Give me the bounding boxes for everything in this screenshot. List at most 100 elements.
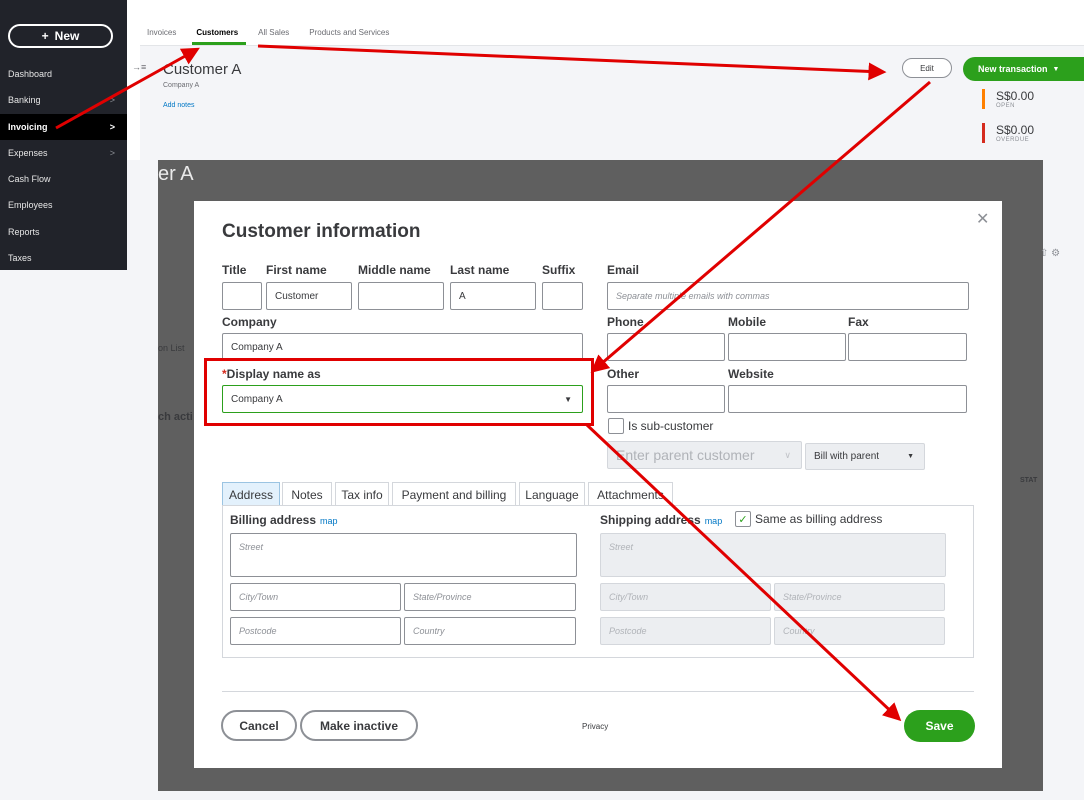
sidebar-item-label: Dashboard bbox=[8, 69, 53, 79]
sidebar-item-cash-flow[interactable]: Cash Flow bbox=[0, 166, 127, 192]
title-label: Title bbox=[222, 263, 247, 277]
sidebar-item-invoicing[interactable]: Invoicing > bbox=[0, 114, 127, 140]
other-field[interactable] bbox=[607, 385, 725, 413]
annotation-highlight-box bbox=[204, 358, 594, 426]
sidebar-item-banking[interactable]: Banking > bbox=[0, 87, 127, 113]
plus-icon: + bbox=[41, 29, 49, 43]
shipping-state-field: State/Province bbox=[774, 583, 945, 611]
website-label: Website bbox=[728, 367, 774, 381]
privacy-link[interactable]: Privacy bbox=[582, 722, 608, 731]
last-name-label: Last name bbox=[450, 263, 510, 277]
last-name-field[interactable]: A bbox=[450, 282, 536, 310]
shipping-city-field: City/Town bbox=[600, 583, 771, 611]
billing-country-field[interactable]: Country bbox=[404, 617, 576, 645]
bill-with-parent-value: Bill with parent bbox=[814, 451, 880, 462]
mobile-label: Mobile bbox=[728, 315, 766, 329]
middle-name-field[interactable] bbox=[358, 282, 444, 310]
tab-all-sales[interactable]: All Sales bbox=[258, 28, 289, 37]
other-label: Other bbox=[607, 367, 640, 381]
collapse-panel-icon[interactable]: →≡ bbox=[132, 62, 146, 72]
sidebar-item-label: Invoicing bbox=[8, 122, 48, 132]
sidebar-item-dashboard[interactable]: Dashboard bbox=[0, 61, 127, 87]
background-title-fragment: er A bbox=[158, 163, 194, 185]
chevron-down-icon: ▼ bbox=[1052, 65, 1060, 73]
overdue-amount: S$0.00 bbox=[996, 123, 1035, 137]
dialog-title: Customer information bbox=[222, 221, 421, 242]
cancel-button[interactable]: Cancel bbox=[221, 710, 297, 741]
sidebar-item-expenses[interactable]: Expenses > bbox=[0, 140, 127, 166]
new-transaction-label: New transaction bbox=[978, 64, 1048, 74]
tab-products-and-services[interactable]: Products and Services bbox=[309, 28, 389, 37]
tab-address[interactable]: Address bbox=[222, 482, 280, 506]
chevron-right-icon: > bbox=[109, 122, 115, 132]
open-amount: S$0.00 bbox=[996, 89, 1035, 103]
background-toolbar-icons: ⇧ ⚙ bbox=[1040, 248, 1061, 259]
shipping-address-label: Shipping address map bbox=[600, 513, 722, 527]
overdue-balance: S$0.00 OVERDUE bbox=[982, 123, 1062, 143]
new-transaction-button[interactable]: New transaction ▼ bbox=[963, 57, 1084, 81]
tab-invoices[interactable]: Invoices bbox=[147, 28, 176, 37]
company-field[interactable]: Company A bbox=[222, 333, 583, 361]
background-column-fragment: STAT bbox=[1020, 477, 1038, 484]
same-as-billing-checkbox[interactable]: ✓ bbox=[735, 511, 751, 527]
website-field[interactable] bbox=[728, 385, 967, 413]
suffix-field[interactable] bbox=[542, 282, 583, 310]
title-field[interactable] bbox=[222, 282, 262, 310]
first-name-field[interactable]: Customer bbox=[266, 282, 352, 310]
customer-company-name: Company A bbox=[163, 82, 200, 89]
tab-tax-info[interactable]: Tax info bbox=[335, 482, 389, 506]
shipping-postcode-field: Postcode bbox=[600, 617, 771, 645]
sidebar: + New Dashboard Banking > Invoicing > Expe… bbox=[0, 0, 127, 270]
first-name-label: First name bbox=[266, 263, 327, 277]
add-notes-link[interactable]: Add notes bbox=[163, 102, 195, 109]
phone-label: Phone bbox=[607, 315, 644, 329]
customer-information-dialog: Customer information ✕ Title First name … bbox=[194, 201, 1002, 768]
parent-customer-placeholder: Enter parent customer bbox=[616, 447, 755, 463]
chevron-right-icon: > bbox=[109, 148, 115, 158]
suffix-label: Suffix bbox=[542, 263, 576, 277]
tab-language[interactable]: Language bbox=[519, 482, 585, 506]
billing-city-field[interactable]: City/Town bbox=[230, 583, 401, 611]
billing-state-field[interactable]: State/Province bbox=[404, 583, 576, 611]
open-label: OPEN bbox=[996, 103, 1016, 109]
tab-attachments[interactable]: Attachments bbox=[588, 482, 673, 506]
fax-field[interactable] bbox=[848, 333, 967, 361]
shipping-street-field: Street bbox=[600, 533, 946, 577]
shipping-address-text: Shipping address bbox=[600, 513, 701, 527]
save-button[interactable]: Save bbox=[904, 710, 975, 742]
billing-map-link[interactable]: map bbox=[320, 516, 338, 526]
sidebar-item-label: Reports bbox=[8, 227, 40, 237]
mobile-field[interactable] bbox=[728, 333, 846, 361]
sidebar-item-label: Taxes bbox=[8, 253, 32, 263]
overdue-label: OVERDUE bbox=[996, 137, 1030, 143]
sub-customer-label: Is sub-customer bbox=[628, 419, 714, 433]
billing-address-text: Billing address bbox=[230, 513, 317, 527]
email-label: Email bbox=[607, 263, 640, 277]
sidebar-item-label: Banking bbox=[8, 95, 41, 105]
phone-field[interactable] bbox=[607, 333, 725, 361]
email-field[interactable]: Separate multiple emails with commas bbox=[607, 282, 969, 310]
billing-postcode-field[interactable]: Postcode bbox=[230, 617, 401, 645]
sidebar-item-reports[interactable]: Reports bbox=[0, 219, 127, 245]
make-inactive-button[interactable]: Make inactive bbox=[300, 710, 418, 741]
middle-name-label: Middle name bbox=[358, 263, 431, 277]
chevron-right-icon: > bbox=[109, 95, 115, 105]
billing-street-field[interactable]: Street bbox=[230, 533, 577, 577]
tab-customers[interactable]: Customers bbox=[192, 28, 246, 45]
sidebar-item-taxes[interactable]: Taxes bbox=[0, 245, 127, 271]
top-tabs: Invoices Customers All Sales Products an… bbox=[147, 28, 389, 45]
new-button[interactable]: + New bbox=[8, 24, 113, 48]
edit-button[interactable]: Edit bbox=[902, 58, 952, 78]
shipping-map-link[interactable]: map bbox=[705, 516, 723, 526]
same-as-billing-label: Same as billing address bbox=[755, 512, 883, 526]
fax-label: Fax bbox=[848, 315, 869, 329]
chevron-down-icon: ∨ bbox=[784, 449, 791, 460]
sub-customer-checkbox[interactable] bbox=[608, 418, 624, 434]
background-action-fragment: ch acti bbox=[158, 411, 193, 423]
close-icon[interactable]: ✕ bbox=[976, 209, 989, 229]
sidebar-item-employees[interactable]: Employees bbox=[0, 192, 127, 218]
checkmark-icon: ✓ bbox=[738, 513, 748, 526]
billing-address-label: Billing address map bbox=[230, 513, 338, 527]
tab-payment-and-billing[interactable]: Payment and billing bbox=[392, 482, 516, 506]
tab-notes[interactable]: Notes bbox=[282, 482, 332, 506]
